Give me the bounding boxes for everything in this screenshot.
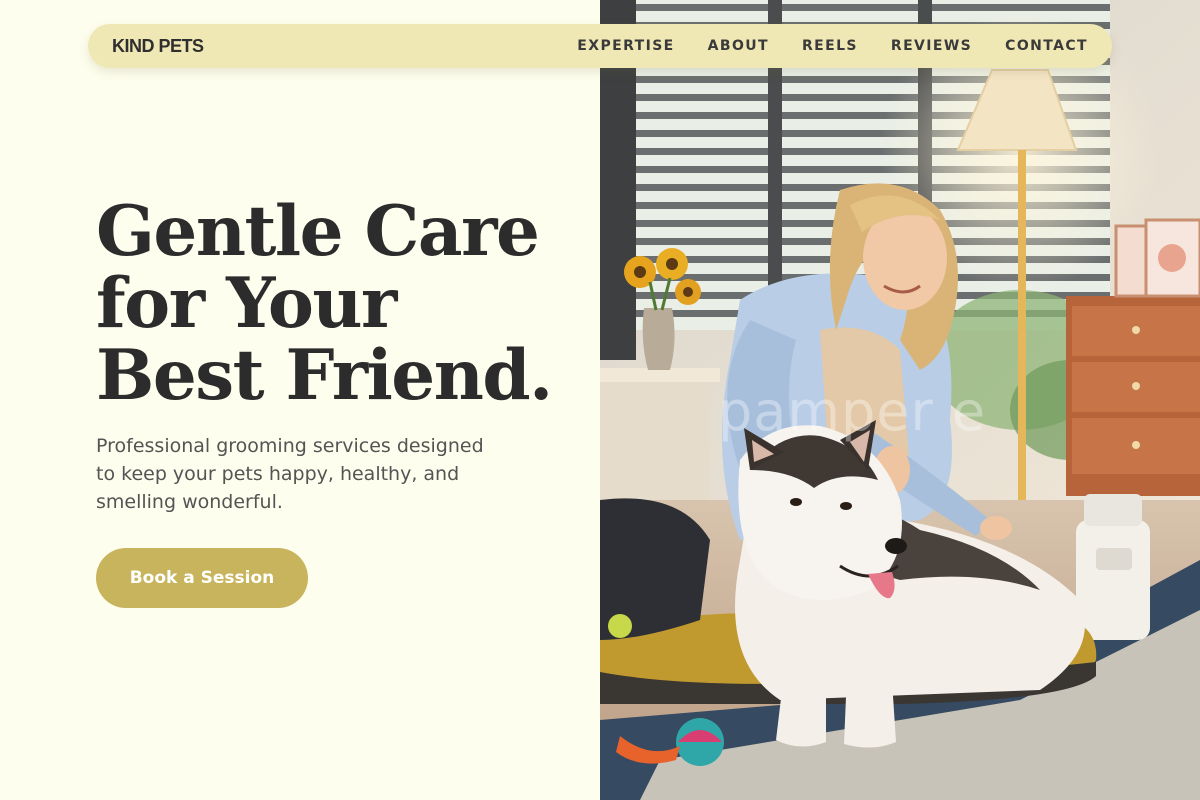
hero-subtitle-line: to keep your pets happy, healthy, and [96, 463, 460, 485]
hero-title-line: Best Friend. [96, 335, 553, 416]
book-session-button[interactable]: Book a Session [96, 548, 308, 608]
top-nav: KIND PETS EXPERTISE ABOUT REELS REVIEWS … [88, 24, 1112, 68]
side-table [600, 370, 710, 520]
hero-subtitle-line: smelling wonderful. [96, 491, 283, 513]
hero-title: Gentle Care for Your Best Friend. [96, 196, 576, 412]
brand-logo[interactable]: KIND PETS [112, 36, 204, 57]
hero-title-line: for Your [96, 263, 397, 344]
hero-subtitle: Professional grooming services designed … [96, 432, 506, 516]
nav-links: EXPERTISE ABOUT REELS REVIEWS CONTACT [577, 38, 1088, 54]
hero-title-line: Gentle Care [96, 191, 540, 272]
hero-subtitle-line: Professional grooming services designed [96, 435, 484, 457]
nav-link-expertise[interactable]: EXPERTISE [577, 38, 674, 54]
air-purifier [1076, 494, 1150, 640]
nav-link-reels[interactable]: REELS [802, 38, 858, 54]
nav-link-contact[interactable]: CONTACT [1005, 38, 1088, 54]
nav-link-about[interactable]: ABOUT [708, 38, 769, 54]
hero-photo [600, 0, 1200, 800]
nav-link-reviews[interactable]: REVIEWS [891, 38, 972, 54]
hero-photo-illustration [600, 0, 1200, 800]
